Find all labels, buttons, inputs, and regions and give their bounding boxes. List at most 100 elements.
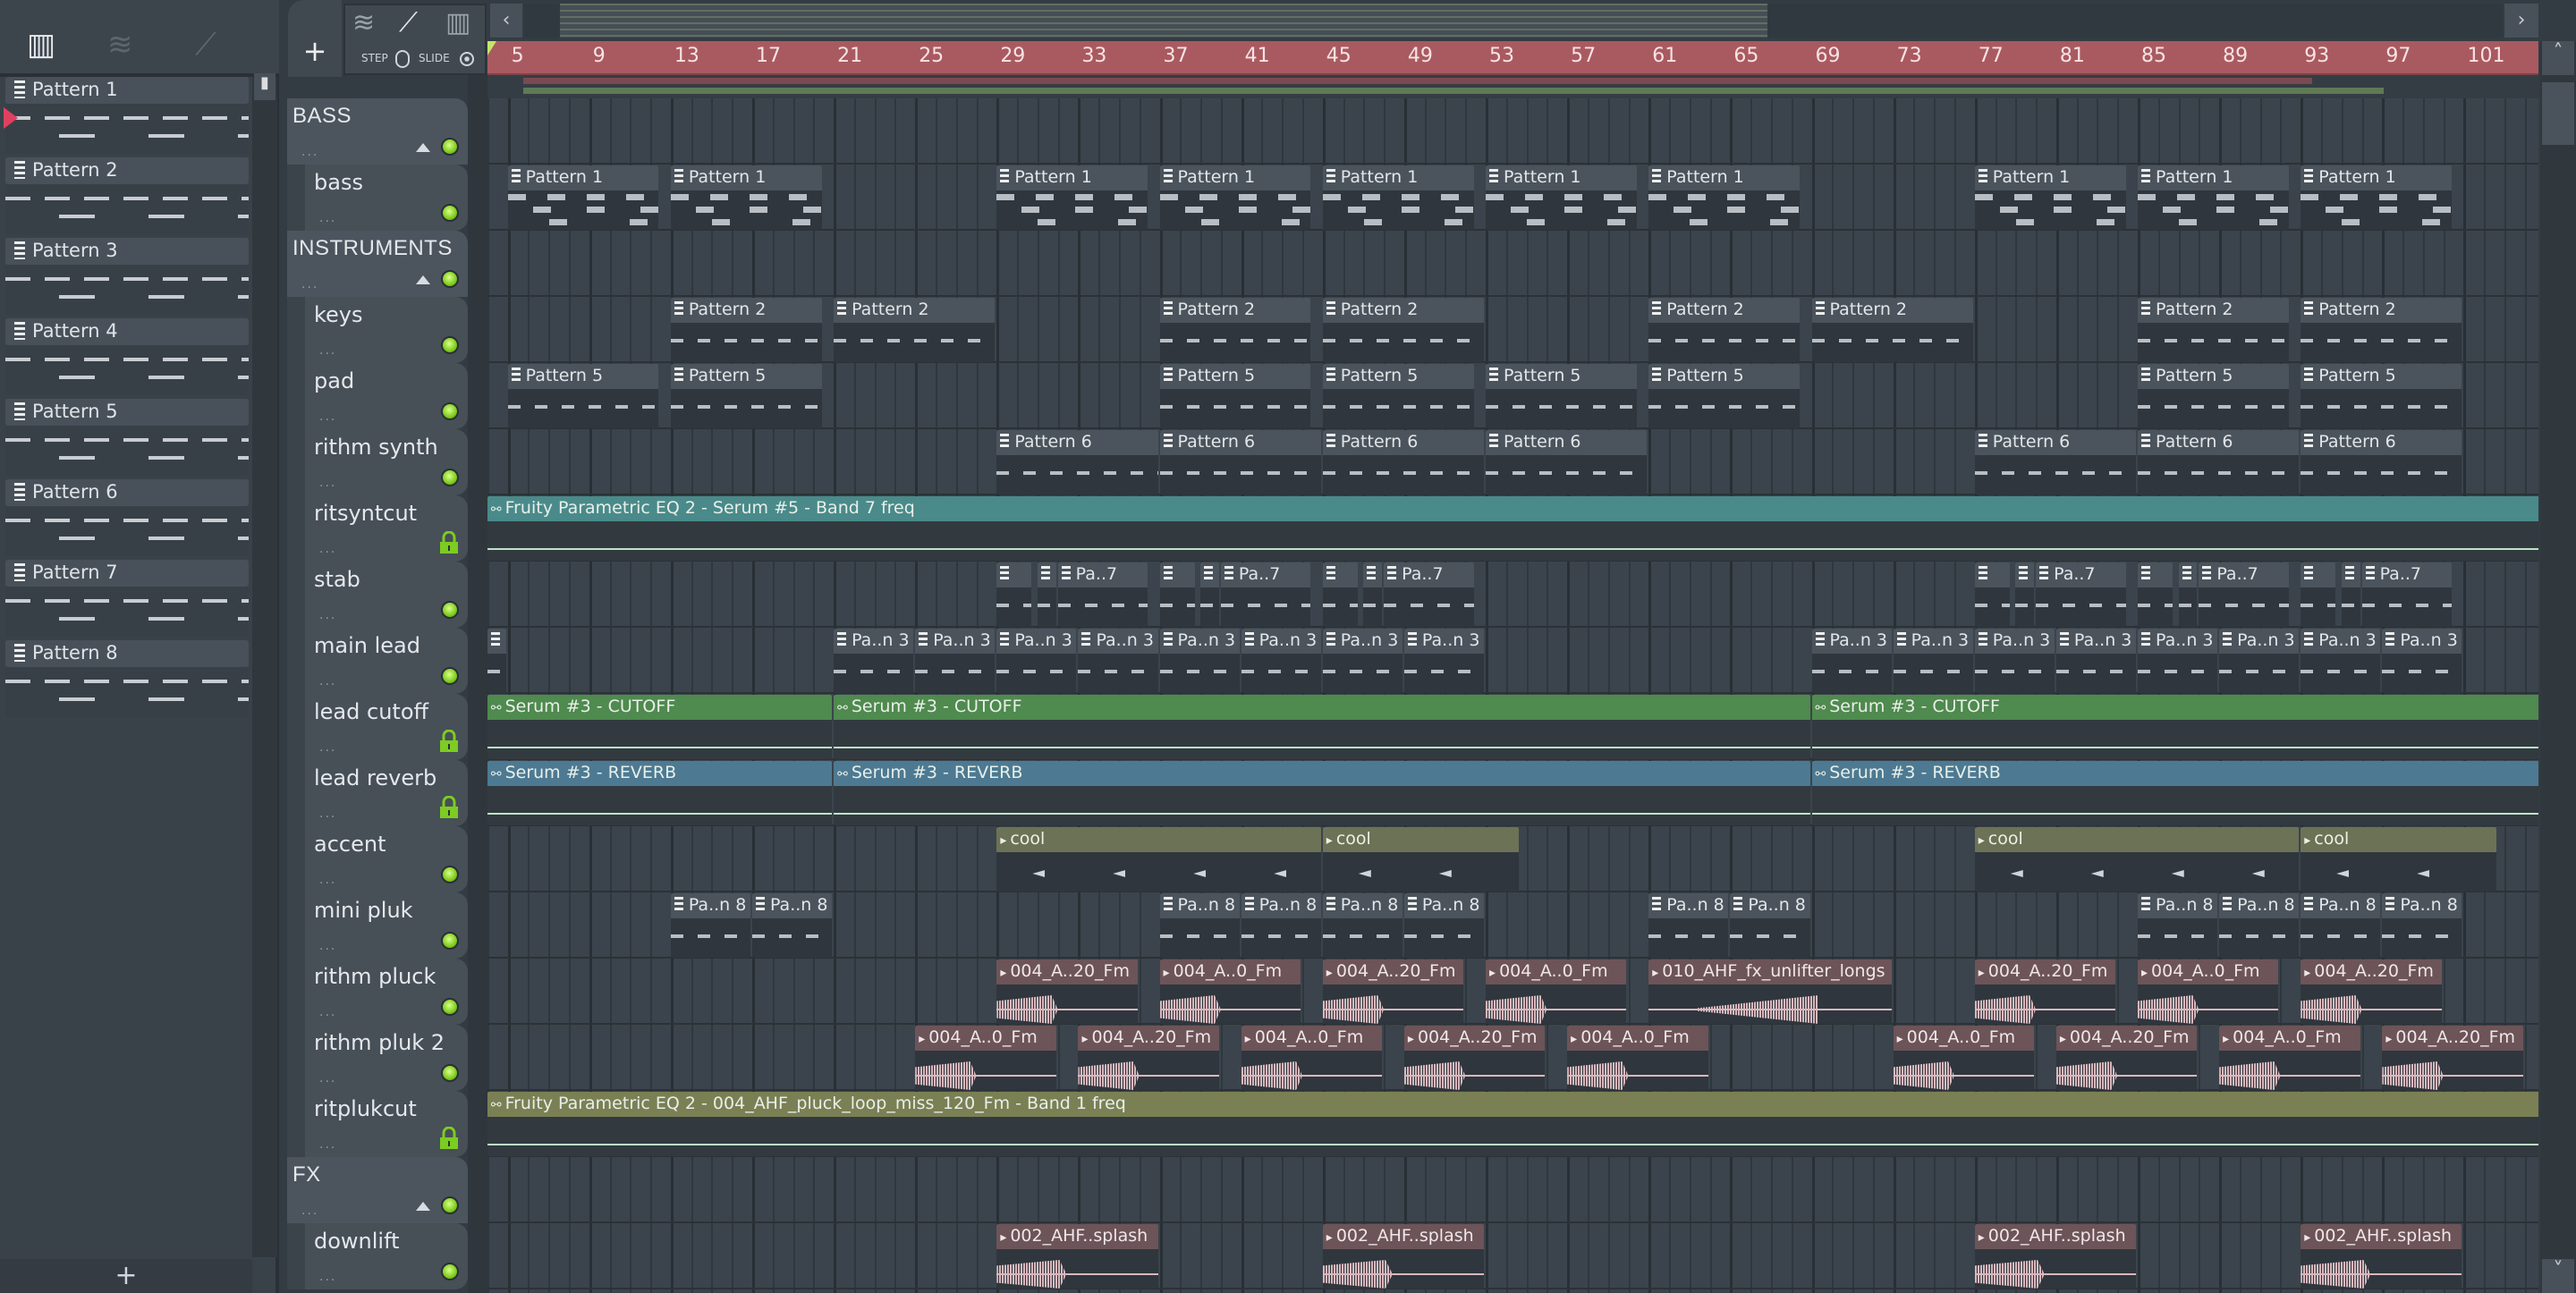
clip-header[interactable] (2138, 562, 2173, 587)
pattern-clip[interactable]: Pa..n 8 (751, 893, 833, 958)
track-header[interactable]: mini pluk... (287, 892, 468, 959)
pattern-clip[interactable]: Pa..n 3 (1241, 629, 1321, 693)
pattern-item-header[interactable]: Pattern 6 (5, 479, 249, 506)
track-group-header[interactable]: FX... (287, 1157, 468, 1223)
bar-number[interactable]: 25 (919, 45, 944, 67)
pattern-clip[interactable] (2178, 562, 2198, 627)
track-options-dots[interactable]: ... (319, 939, 336, 953)
audio-clip[interactable]: ▸ 004_A..0_Fm (2219, 1026, 2360, 1090)
track-lane[interactable]: ⚯ Serum #3 - CUTOFF ⚯ Serum #3 - CUTOFF ⚯ Ser… (487, 694, 2538, 760)
clip-header[interactable]: Pa..7 (2199, 562, 2289, 587)
pattern-clip[interactable]: Pa..n 3 (2219, 629, 2300, 693)
clip-header[interactable]: Pattern 6 (1974, 430, 2136, 455)
automation-icon[interactable]: ⟋ (195, 27, 216, 63)
pattern-clip[interactable]: Pattern 6 (2138, 430, 2300, 494)
clip-header[interactable]: Pattern 1 (670, 165, 822, 190)
clip-header[interactable]: ▸ 002_AHF..splash (996, 1224, 1158, 1249)
bar-number[interactable]: 69 (1816, 45, 1841, 67)
track-options-dots[interactable]: ... (319, 1071, 336, 1086)
pattern-clip[interactable]: Pattern 1 (1648, 165, 1801, 230)
piano-roll-icon[interactable]: ▥ (27, 27, 55, 63)
pattern-clip[interactable]: Pa..7 (2199, 562, 2289, 627)
collapse-group-icon[interactable] (416, 275, 430, 284)
clip-header[interactable]: Pa..n 3 (834, 629, 914, 654)
clip-header[interactable]: Pattern 5 (1648, 364, 1801, 389)
bar-number[interactable]: 13 (674, 45, 699, 67)
pattern-item-header[interactable]: Pattern 2 (5, 157, 249, 184)
clip-header[interactable]: Pattern 6 (2301, 430, 2462, 455)
clip-header[interactable]: Pattern 1 (1322, 165, 1474, 190)
track-options-dots[interactable]: ... (319, 740, 336, 755)
bar-number[interactable]: 9 (593, 45, 606, 67)
automation-clip[interactable]: ⚯ Serum #3 - REVERB (487, 761, 833, 825)
track-mute-led[interactable] (441, 138, 459, 156)
track-header[interactable]: pad... (287, 363, 468, 429)
bar-number[interactable]: 21 (837, 45, 862, 67)
track-options-dots[interactable]: ... (319, 807, 336, 821)
pattern-clip[interactable]: Pattern 6 (1974, 430, 2136, 494)
pattern-clip[interactable]: Pattern 2 (2138, 298, 2289, 362)
pattern-clip[interactable]: Pattern 5 (670, 364, 822, 428)
clip-header[interactable]: Pattern 1 (1974, 165, 2126, 190)
bar-number[interactable]: 37 (1164, 45, 1189, 67)
pattern-clip[interactable]: Pa..n 3 (1322, 629, 1402, 693)
pattern-clip[interactable]: Pa..n 8 (670, 893, 750, 958)
pattern-clip[interactable]: Pa..n 3 (915, 629, 996, 693)
clip-header[interactable]: Pattern 2 (670, 298, 822, 323)
track-header[interactable]: ritsyntcut... (287, 495, 468, 562)
clip-header[interactable] (1363, 562, 1383, 587)
bar-number[interactable]: 41 (1245, 45, 1270, 67)
track-lane[interactable]: ⚯ Fruity Parametric EQ 2 - Serum #5 - Ban… (487, 495, 2538, 562)
track-header[interactable]: rithm pluk 2... (287, 1025, 468, 1091)
audio-clip[interactable]: ▸ 002_AHF..splash (996, 1224, 1158, 1289)
pattern-clip[interactable]: Pa..n 3 (1893, 629, 1973, 693)
audio-clip[interactable]: ▸ 004_A..20_Fm (2055, 1026, 2198, 1090)
pattern-item-header[interactable]: Pattern 7 (5, 560, 249, 587)
clip-header[interactable]: Pa..n 3 (2301, 629, 2381, 654)
audio-wave-icon[interactable]: ≋ (107, 27, 133, 63)
pattern-clip[interactable]: Pattern 2 (1811, 298, 1973, 362)
clip-header[interactable]: Pa..n 3 (1811, 629, 1892, 654)
pattern-clip[interactable]: Pa..n 3 (2382, 629, 2462, 693)
bar-number[interactable]: 77 (1979, 45, 2004, 67)
clip-header[interactable]: Pa..n 3 (1893, 629, 1973, 654)
clip-header[interactable]: ⚯ Serum #3 - CUTOFF (487, 695, 833, 720)
pattern-clip[interactable]: Pattern 2 (2301, 298, 2462, 362)
clip-header[interactable]: ▸ cool (1322, 827, 1519, 852)
track-header[interactable]: ritplukcut... (287, 1091, 468, 1157)
vertical-scroll-thumb[interactable] (2542, 82, 2574, 145)
lock-icon[interactable] (439, 1126, 459, 1150)
track-lane[interactable]: Pa..n 3 Pa..n 3 Pa..n 3 Pa..n 3 Pa..n 3 Pa..n… (487, 628, 2538, 694)
bar-number[interactable]: 49 (1408, 45, 1433, 67)
track-options-dots[interactable]: ... (319, 1270, 336, 1284)
track-lane[interactable]: ▸ 004_A..20_Fm ▸ 004_A..0_Fm ▸ 004_A..20_Fm ▸ 0… (487, 959, 2538, 1025)
track-header[interactable]: lead reverb... (287, 760, 468, 826)
pattern-clip[interactable]: Pa..n 8 (2219, 893, 2300, 958)
audio-clip[interactable]: ▸ 002_AHF..splash (1974, 1224, 2136, 1289)
track-mute-led[interactable] (441, 601, 459, 619)
audio-clip[interactable]: ▸ 002_AHF..splash (1322, 1224, 1485, 1289)
pattern-clip[interactable]: Pattern 5 (1159, 364, 1311, 428)
pattern-clip[interactable]: Pattern 2 (834, 298, 996, 362)
clip-header[interactable]: Pattern 2 (1159, 298, 1311, 323)
pattern-clip[interactable]: Pattern 6 (996, 430, 1158, 494)
clip-header[interactable]: Pattern 5 (507, 364, 659, 389)
clip-header[interactable]: Pattern 1 (2138, 165, 2289, 190)
track-lane[interactable] (487, 231, 2538, 297)
clip-header[interactable]: Pa..n 8 (2138, 893, 2218, 918)
audio-clip[interactable]: ▸ 010_AHF_fx_unlifter_longs (1648, 959, 1892, 1024)
clip-header[interactable]: Pa..7 (1220, 562, 1311, 587)
clip-header[interactable]: Pa..n 3 (2219, 629, 2300, 654)
bar-number[interactable]: 73 (1897, 45, 1922, 67)
clip-header[interactable]: Pa..n 3 (1322, 629, 1402, 654)
scroll-left-button[interactable]: ‹ (490, 4, 522, 38)
track-options-dots[interactable]: ... (301, 277, 318, 292)
track-header[interactable]: rithm synth... (287, 429, 468, 495)
track-header[interactable]: accent... (287, 826, 468, 892)
clip-header[interactable]: Pa..n 8 (1730, 893, 1810, 918)
track-mute-led[interactable] (441, 998, 459, 1016)
track-lane[interactable]: ▸ cool ▸ cool ▸ cool ▸ cool (487, 826, 2538, 892)
track-options-dots[interactable]: ... (319, 211, 336, 225)
clip-header[interactable] (2301, 562, 2336, 587)
clip-header[interactable]: Pattern 1 (1486, 165, 1637, 190)
